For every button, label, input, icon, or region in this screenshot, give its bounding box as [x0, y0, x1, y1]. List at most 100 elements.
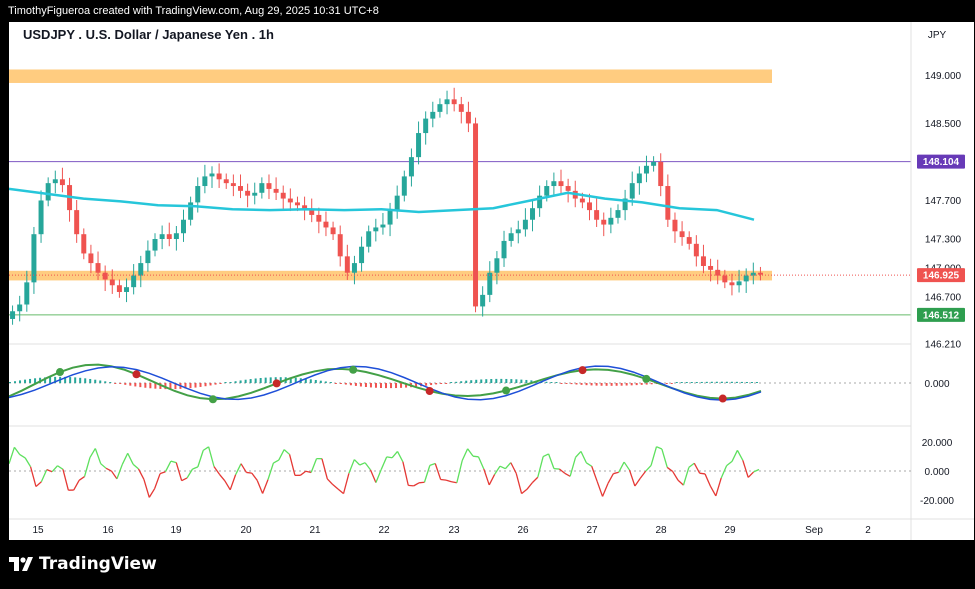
- oscillator-2-segment: [451, 481, 457, 484]
- oscillator-2-segment: [186, 468, 194, 479]
- candle: [74, 200, 80, 243]
- oscillator-2-segment: [8, 447, 16, 465]
- histogram-bar: [715, 381, 718, 383]
- y-tick-label: 148.500: [925, 119, 962, 130]
- histogram-bar: [705, 381, 708, 383]
- svg-text:146.512: 146.512: [923, 310, 960, 321]
- price-pane[interactable]: [8, 69, 911, 325]
- oscillator-2-segment: [688, 462, 695, 468]
- oscillator-pane[interactable]: [8, 363, 911, 404]
- osc2-tick-label: 20.000: [922, 438, 953, 449]
- oscillator-2-segment: [364, 462, 372, 471]
- histogram-bar: [189, 383, 192, 389]
- histogram-bar: [500, 378, 503, 383]
- histogram-bar: [675, 382, 678, 383]
- candle: [316, 207, 322, 234]
- candle: [686, 231, 692, 250]
- histogram-bar: [354, 383, 357, 386]
- oscillator-2-segment: [197, 450, 204, 468]
- candle: [615, 204, 621, 224]
- x-tick-label: 21: [309, 525, 321, 536]
- histogram-bar: [359, 383, 362, 387]
- histogram-bar: [470, 380, 473, 383]
- histogram-bar: [99, 380, 102, 383]
- candle: [10, 305, 16, 325]
- oscillator-2-segment: [461, 448, 469, 461]
- price-axis[interactable]: JPY 149.000148.500147.700147.300147.0001…: [917, 30, 965, 507]
- oscillator-2-segment: [348, 459, 355, 474]
- oscillator-2-segment: [564, 472, 571, 477]
- oscillator-2-segment: [715, 477, 722, 497]
- histogram-bar: [379, 383, 382, 388]
- oscillator-2-segment: [693, 462, 701, 474]
- oscillator-2-segment: [402, 461, 409, 486]
- oscillator-2-segment: [256, 480, 264, 494]
- oscillator-2-segment: [704, 473, 712, 487]
- histogram-bar: [580, 383, 583, 385]
- histogram-bar: [199, 383, 202, 387]
- oscillator-2-segment: [488, 474, 496, 486]
- chart-svg[interactable]: JPY 149.000148.500147.700147.300147.0001…: [8, 22, 974, 540]
- histogram-bar: [570, 383, 573, 385]
- histogram-bar: [665, 383, 668, 384]
- histogram-bar: [254, 378, 257, 383]
- x-tick-label: 29: [724, 525, 736, 536]
- sell-marker: [578, 366, 587, 375]
- oscillator-2-pane[interactable]: [8, 446, 911, 498]
- oscillator-2-segment: [677, 479, 684, 486]
- candle: [366, 225, 372, 253]
- candle: [473, 117, 479, 313]
- chart-area[interactable]: JPY 149.000148.500147.700147.300147.0001…: [8, 22, 974, 540]
- histogram-bar: [520, 379, 523, 383]
- candle: [430, 101, 436, 128]
- candle: [102, 265, 108, 292]
- oscillator-2-segment: [235, 463, 242, 475]
- sell-marker: [425, 386, 434, 395]
- currency-label: JPY: [928, 30, 947, 41]
- histogram-bar: [385, 383, 387, 389]
- histogram-bar: [730, 381, 733, 383]
- oscillator-2-segment: [148, 488, 156, 498]
- support-price-badge: 146.512: [917, 307, 965, 322]
- histogram-bar: [309, 379, 312, 383]
- candle: [408, 148, 414, 187]
- oscillator-2-segment: [504, 462, 512, 470]
- candle: [380, 213, 386, 235]
- x-tick-label: 20: [240, 525, 252, 536]
- oscillator-2-segment: [375, 469, 382, 483]
- oscillator-2-segment: [467, 448, 474, 457]
- candle: [672, 212, 678, 243]
- oscillator-2-segment: [19, 454, 26, 459]
- tradingview-logo[interactable]: TradingView: [9, 554, 157, 574]
- histogram-bar: [109, 382, 112, 383]
- oscillator-2-segment: [408, 484, 414, 487]
- oscillator-2-segment: [261, 479, 269, 494]
- svg-text:146.925: 146.925: [923, 271, 960, 282]
- candle: [138, 255, 144, 288]
- candle: [323, 211, 329, 237]
- oscillator-2-segment: [369, 469, 377, 483]
- histogram-bar: [695, 382, 698, 383]
- candle: [330, 221, 336, 240]
- oscillator-2-segment: [613, 471, 619, 475]
- x-tick-label: Sep: [805, 525, 823, 536]
- histogram-bar: [680, 382, 683, 383]
- time-axis[interactable]: 15 16 19 20 21 22 23 26 27 28 29 Sep 2: [32, 525, 871, 536]
- oscillator-2-segment: [24, 457, 32, 468]
- oscillator-2-segment: [35, 481, 42, 488]
- histogram-bar: [565, 383, 568, 384]
- histogram-bar: [755, 382, 758, 383]
- oscillator-2-segment: [94, 448, 102, 464]
- osc-tick-label: 0.000: [924, 379, 949, 390]
- candle: [651, 156, 657, 172]
- histogram-bar: [214, 383, 217, 385]
- histogram-bar: [445, 383, 448, 384]
- oscillator-2-segment: [585, 462, 593, 467]
- histogram-bar: [74, 377, 77, 383]
- histogram-bar: [239, 380, 242, 383]
- oscillator-2-segment: [224, 480, 231, 491]
- oscillator-2-segment: [634, 477, 641, 487]
- histogram-bar: [475, 379, 478, 383]
- histogram-bar: [264, 377, 267, 383]
- histogram-bar: [344, 383, 347, 385]
